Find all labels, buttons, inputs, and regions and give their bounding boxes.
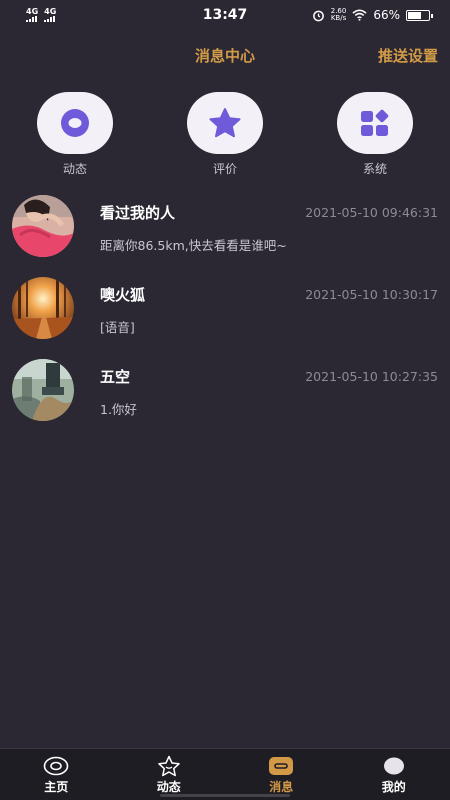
avatar: [12, 277, 74, 339]
signal-1: 4G: [26, 8, 38, 22]
message-item-wukong[interactable]: 五空 1.你好 2021-05-10 10:27:35: [0, 356, 450, 438]
tab-label: 消息: [269, 779, 294, 794]
category-reviews[interactable]: 评价: [185, 92, 265, 177]
signal-2: 4G: [44, 8, 56, 22]
message-time: 2021-05-10 09:46:31: [305, 205, 438, 220]
category-label: 系统: [362, 162, 387, 176]
message-body: 看过我的人 距离你86.5km,快去看看是谁吧~: [100, 192, 450, 254]
star-icon: [209, 108, 241, 138]
message-body: 五空 1.你好: [100, 356, 450, 418]
message-time: 2021-05-10 10:30:17: [305, 287, 438, 302]
category-label: 评价: [212, 162, 237, 176]
tab-messages[interactable]: 消息: [241, 755, 321, 795]
page-title: 消息中心: [194, 46, 255, 65]
category-label: 动态: [62, 162, 87, 176]
push-settings-button[interactable]: 推送设置: [378, 45, 438, 66]
signal-bars-icon: [26, 16, 37, 22]
avatar-image: [12, 195, 74, 257]
avatar: [12, 195, 74, 257]
battery-icon: [406, 9, 433, 21]
network-speed: 2.60 KB/s: [331, 8, 347, 22]
message-body: 噢火狐 [语音]: [100, 274, 450, 336]
network-type-2: 4G: [44, 7, 57, 16]
category-reviews-button[interactable]: [187, 92, 263, 154]
category-system-button[interactable]: [337, 92, 413, 154]
apps-icon: [361, 109, 389, 136]
tab-label: 我的: [381, 779, 406, 794]
star-outline-icon: [156, 755, 182, 777]
status-bar: 4G 4G 13:47 2.60 KB/s 66%: [0, 0, 450, 30]
category-dynamics-button[interactable]: [37, 92, 113, 154]
alarm-icon: [312, 10, 324, 21]
category-system[interactable]: 系统: [335, 92, 415, 177]
message-preview: 1.你好: [100, 402, 137, 417]
avatar-image: [12, 359, 74, 421]
bottom-tab-bar: 主页 动态 消息 我的: [0, 748, 450, 800]
wifi-icon: [352, 9, 367, 21]
category-dynamics[interactable]: 动态: [35, 92, 115, 177]
avatar-image: [12, 277, 74, 339]
circle-icon: [61, 109, 89, 137]
signal-bars-icon: [44, 16, 56, 22]
profile-icon: [381, 755, 407, 777]
network-type-1: 4G: [26, 7, 39, 16]
speed-unit: KB/s: [330, 14, 347, 22]
network-indicators: 4G 4G: [26, 8, 56, 22]
home-icon: [43, 755, 69, 777]
tab-label: 动态: [156, 779, 181, 794]
tab-home[interactable]: 主页: [16, 755, 96, 795]
message-item-huohu[interactable]: 噢火狐 [语音] 2021-05-10 10:30:17: [0, 274, 450, 356]
tab-profile[interactable]: 我的: [354, 755, 434, 795]
message-time: 2021-05-10 10:27:35: [305, 369, 438, 384]
battery-fill: [408, 11, 422, 19]
avatar: [12, 359, 74, 421]
message-list: 看过我的人 距离你86.5km,快去看看是谁吧~ 2021-05-10 09:4…: [0, 192, 450, 438]
category-row: 动态 评价 系统: [0, 92, 450, 182]
message-icon: [268, 755, 294, 777]
status-right: 2.60 KB/s 66%: [312, 8, 433, 22]
tab-label: 主页: [44, 779, 69, 794]
message-preview: 距离你86.5km,快去看看是谁吧~: [100, 238, 287, 253]
clock: 13:47: [202, 7, 248, 23]
message-preview: [语音]: [100, 320, 135, 335]
header: 消息中心 推送设置: [0, 40, 450, 70]
message-item-viewers[interactable]: 看过我的人 距离你86.5km,快去看看是谁吧~ 2021-05-10 09:4…: [0, 192, 450, 274]
battery-percent: 66%: [373, 8, 400, 22]
home-indicator: [160, 794, 290, 797]
tab-dynamics[interactable]: 动态: [129, 755, 209, 795]
